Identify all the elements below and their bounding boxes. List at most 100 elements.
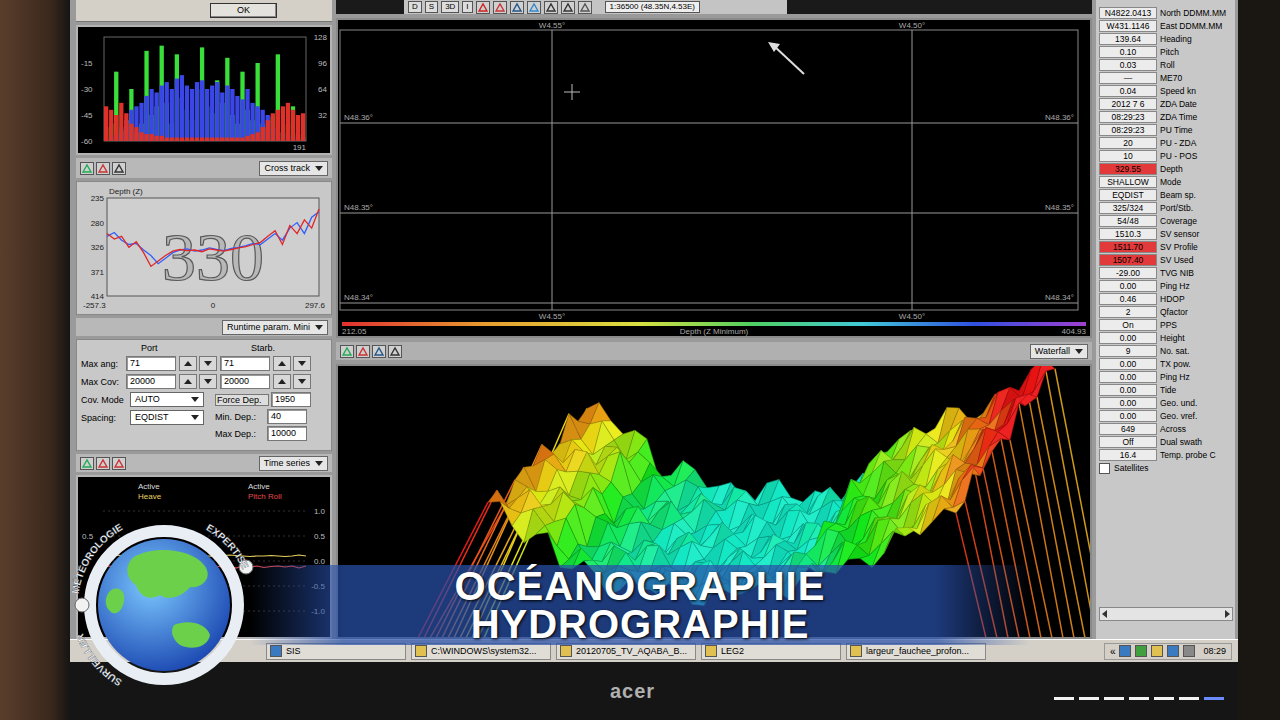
color-icon[interactable] (356, 345, 370, 358)
starb-field[interactable]: 71 (220, 356, 270, 371)
tool-icon[interactable] (476, 1, 490, 14)
taskbar-item[interactable]: LEG2 (701, 643, 841, 660)
tray-icon[interactable] (1167, 645, 1179, 657)
axis-label: N48.34° (1045, 293, 1074, 302)
reading-value: 10 (1099, 150, 1157, 162)
satellites-checkbox[interactable] (1099, 463, 1110, 474)
tray-icon[interactable] (1183, 645, 1195, 657)
map-scale: 1:36500 (48.35N,4.53E) (605, 1, 700, 13)
bar (225, 138, 229, 141)
terrain-facet (578, 452, 599, 475)
bar (240, 99, 244, 141)
tool-icon[interactable] (510, 1, 524, 14)
reading-label: Pitch (1160, 47, 1179, 57)
dropdown-arrow-icon (191, 397, 199, 402)
zoom-icon[interactable] (80, 162, 94, 175)
tray-icon[interactable] (1135, 645, 1147, 657)
reading-label: ME70 (1160, 73, 1182, 83)
reading-label: Coverage (1160, 216, 1197, 226)
waterfall-dropdown[interactable]: Waterfall (1030, 344, 1088, 359)
grid-line (340, 303, 1078, 304)
reading-label: SV Profile (1160, 242, 1198, 252)
tool-icon[interactable] (561, 1, 575, 14)
force-depth-field[interactable]: 1950 (271, 392, 311, 407)
globe-logo-icon: SURVEILLERMÉTÉOROLOGIEEXPERTISE (64, 505, 264, 705)
view-button[interactable]: 3D (441, 1, 459, 13)
reading-row: 10PU - POS (1099, 149, 1233, 162)
continent (127, 550, 207, 598)
min-depth-field[interactable]: 40 (267, 409, 307, 424)
port-field[interactable]: 20000 (126, 374, 176, 389)
reading-row: W431.1146East DDMM.MM (1099, 19, 1233, 32)
bar (180, 75, 184, 141)
tool-icon[interactable] (493, 1, 507, 14)
reading-value: 1507.40 (1099, 254, 1157, 266)
clock: 08:29 (1203, 646, 1226, 656)
reading-row: —ME70 (1099, 71, 1233, 84)
max-depth-field[interactable]: 10000 (267, 426, 307, 441)
tool-icon[interactable] (527, 1, 541, 14)
dropdown-arrow-icon (1075, 349, 1083, 354)
taskbar-item[interactable]: largeur_fauchee_profon... (846, 643, 986, 660)
tray-icon[interactable] (1151, 645, 1163, 657)
color-icon[interactable] (96, 162, 110, 175)
ok-button[interactable]: OK (210, 3, 277, 18)
time-series-dropdown[interactable]: Time series (259, 456, 328, 471)
param-label: Max Dep.: (215, 429, 265, 439)
color-icon[interactable] (96, 457, 110, 470)
taskbar-item[interactable]: SIS (266, 643, 406, 660)
bar (210, 138, 214, 141)
window-icon (270, 645, 282, 657)
zoom-icon[interactable] (340, 345, 354, 358)
view-button[interactable]: D (408, 1, 422, 13)
view-icon[interactable] (372, 345, 386, 358)
depth-colorbar (342, 322, 1086, 326)
view-button[interactable]: I (462, 1, 472, 13)
reading-row: 54/48Coverage (1099, 214, 1233, 227)
reading-value: 0.00 (1099, 371, 1157, 383)
indicator-light (1204, 697, 1224, 700)
runtime-dropdown[interactable]: Runtime param. Mini (222, 320, 328, 335)
zoom-icon[interactable] (80, 457, 94, 470)
reading-label: PU Time (1160, 125, 1193, 135)
spin-down-button[interactable] (199, 356, 217, 371)
spacing-dropdown[interactable]: EQDIST (130, 410, 204, 425)
reset-icon[interactable] (388, 345, 402, 358)
dialog-strip: OK (76, 0, 332, 22)
taskbar-item[interactable]: C:\WINDOWS\system32... (411, 643, 551, 660)
tool-icon[interactable] (544, 1, 558, 14)
spin-down-button[interactable] (293, 374, 311, 389)
spin-up-button[interactable] (273, 356, 291, 371)
reading-value: — (1099, 72, 1157, 84)
starb-field[interactable]: 20000 (220, 374, 270, 389)
icon-glyph (391, 348, 399, 355)
close-icon[interactable] (112, 457, 126, 470)
icon-frame (493, 1, 506, 13)
cov-mode-dropdown[interactable]: AUTO (130, 392, 204, 407)
terrain-skirt (1055, 369, 1090, 638)
bar (144, 96, 148, 141)
map-panel: W4.55°W4.50°W4.55°W4.50°N48.36°N48.35°N4… (336, 18, 1092, 338)
terrain-facet (488, 490, 509, 508)
horizontal-scrollbar[interactable] (1099, 607, 1233, 621)
spin-up-button[interactable] (273, 374, 291, 389)
spin-down-button[interactable] (293, 356, 311, 371)
spin-up-button[interactable] (179, 356, 197, 371)
cross-track-dropdown[interactable]: Cross track (259, 161, 328, 176)
reading-row: OffDual swath (1099, 435, 1233, 448)
spin-down-button[interactable] (199, 374, 217, 389)
grid-line (103, 511, 306, 512)
tray-expand-button[interactable]: « (1110, 646, 1116, 657)
tray-icon[interactable] (1119, 645, 1131, 657)
view-button[interactable]: S (425, 1, 438, 13)
force-depth-button[interactable]: Force Dep. (215, 394, 269, 406)
close-icon[interactable] (112, 162, 126, 175)
taskbar-item[interactable]: 20120705_TV_AQABA_B... (556, 643, 696, 660)
spin-up-button[interactable] (179, 374, 197, 389)
bar (240, 138, 244, 141)
tool-icon[interactable] (578, 1, 592, 14)
bar-series (104, 46, 305, 141)
bar (149, 134, 153, 141)
port-field[interactable]: 71 (126, 356, 176, 371)
reading-row: 08:29:23PU Time (1099, 123, 1233, 136)
